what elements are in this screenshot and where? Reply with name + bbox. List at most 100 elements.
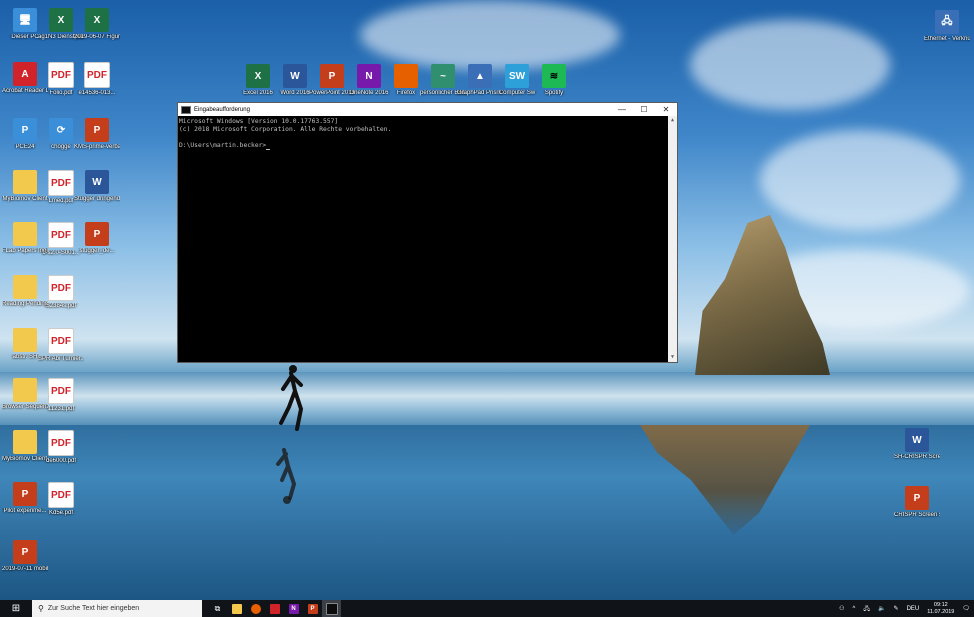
- word-icon: W: [905, 428, 929, 452]
- desktop-icon-label: e14536-013...: [78, 90, 116, 96]
- window-titlebar[interactable]: Eingabeaufforderung — ☐ ✕: [178, 103, 677, 116]
- command-prompt-window[interactable]: Eingabeaufforderung — ☐ ✕ Microsoft Wind…: [177, 102, 678, 363]
- word-icon: W: [85, 170, 109, 194]
- console-line: Microsoft Windows [Version 10.0.17763.55…: [179, 118, 339, 125]
- search-icon: ⚲: [38, 604, 44, 613]
- excel-icon: X: [49, 8, 73, 32]
- onenote-icon: N: [357, 64, 381, 88]
- console-line: (c) 2018 Microsoft Corporation. Alle Rec…: [179, 126, 392, 133]
- pdf-icon: PDF: [48, 482, 74, 508]
- ppt-icon: P: [320, 64, 344, 88]
- desktop-icon[interactable]: PDF SPR Abi Turnier...: [38, 328, 84, 363]
- start-button[interactable]: ⊞: [0, 600, 32, 617]
- clock-date: 11.07.2019: [927, 608, 955, 615]
- console-output[interactable]: Microsoft Windows [Version 10.0.17763.55…: [178, 116, 677, 364]
- desktop-icon-label: 2019-07-11 mobility...: [2, 566, 48, 572]
- pen-icon[interactable]: ✎: [894, 605, 899, 612]
- pdf-icon: PDF: [48, 275, 74, 301]
- desktop-icon-label: KMS-prime-verband.ppsx: [74, 144, 120, 150]
- pdf-icon: PDF: [48, 328, 74, 354]
- pc-icon: ⟳: [49, 118, 73, 142]
- desktop-icon[interactable]: P CRISPR Screen sch...: [894, 486, 940, 519]
- scroll-down-icon[interactable]: ▼: [668, 353, 677, 362]
- desktop-icon[interactable]: X 2019-06-07 Figure, Xi...: [74, 8, 120, 41]
- pc-icon: 🖥: [13, 8, 37, 32]
- acrobat-taskbar-icon[interactable]: [265, 600, 284, 617]
- firefox-icon: [394, 64, 418, 88]
- scroll-up-icon[interactable]: ▲: [668, 116, 677, 125]
- desktop-icon[interactable]: W SH-CRISPR Screenshots: [894, 428, 940, 461]
- powerpoint-taskbar-icon[interactable]: P: [303, 600, 322, 617]
- ppt-icon: P: [85, 118, 109, 142]
- desktop-icon[interactable]: Pstugger_de...: [74, 222, 120, 255]
- folder-icon: [13, 222, 37, 246]
- ppt-icon: P: [905, 486, 929, 510]
- clock-time: 09:12: [933, 601, 948, 608]
- desktop-icon-label: Spotify: [544, 90, 564, 96]
- greenicon-icon: ~: [431, 64, 455, 88]
- runner-silhouette: [279, 365, 304, 431]
- folder-icon: [13, 170, 37, 194]
- desktop-icon[interactable]: W Stugger dringend.docx: [74, 170, 120, 203]
- pdf-icon: PDF: [48, 170, 74, 196]
- text-cursor: [266, 149, 271, 150]
- desktop-icon[interactable]: PDF 11231.pdf: [38, 378, 84, 413]
- folder-icon: [13, 328, 37, 352]
- minimize-button[interactable]: —: [611, 105, 633, 114]
- folder-icon: [13, 275, 37, 299]
- search-box[interactable]: ⚲ Zur Suche Text hier eingeben: [32, 600, 202, 617]
- console-prompt: D:\Users\martin.becker>: [179, 142, 665, 150]
- language-indicator[interactable]: DEU: [907, 606, 920, 612]
- pdf-icon: PDF: [48, 378, 74, 404]
- desktop-icon[interactable]: PDF e14536-013...: [74, 62, 120, 97]
- excel-icon: X: [246, 64, 270, 88]
- sea: [0, 372, 974, 432]
- spotify-icon: ≋: [542, 64, 566, 88]
- close-button[interactable]: ✕: [655, 105, 677, 114]
- runner-reflection: [276, 448, 297, 504]
- desktop-icon[interactable]: PDF S2384s.pdf: [38, 275, 84, 310]
- notification-icon[interactable]: 🗨: [962, 605, 970, 612]
- beach: [0, 425, 974, 600]
- desktop-icon-label: SPR Abi Turnier...: [38, 356, 84, 362]
- taskbar: ⊞ ⚲ Zur Suche Text hier eingeben ⧉ N P ⚇…: [0, 600, 974, 617]
- windows-logo-icon: ⊞: [11, 603, 21, 614]
- desktop-icon[interactable]: PDF de6000.pdf: [38, 430, 84, 465]
- pc-icon: P: [13, 118, 37, 142]
- cloud: [760, 130, 960, 230]
- desktop-icon-label: Ethernet - Verknüpfung: [924, 36, 970, 42]
- vertical-scrollbar[interactable]: ▲ ▼: [668, 116, 677, 362]
- clock[interactable]: 09:12 11.07.2019: [927, 602, 954, 616]
- pdf-icon: PDF: [48, 430, 74, 456]
- folder-icon: [13, 378, 37, 402]
- desktop-icon[interactable]: P KMS-prime-verband.ppsx: [74, 118, 120, 151]
- file-explorer-icon[interactable]: [227, 600, 246, 617]
- maximize-button[interactable]: ☐: [633, 105, 655, 114]
- ppt-icon: P: [85, 222, 109, 246]
- desktop-icon[interactable]: PDF Kd5e.pdf: [38, 482, 84, 517]
- folder-icon: [13, 430, 37, 454]
- desktop-icon-label: Kd5e.pdf: [48, 510, 74, 516]
- pdf-icon: PDF: [48, 62, 74, 88]
- firefox-icon[interactable]: [246, 600, 265, 617]
- cloud: [360, 0, 620, 70]
- network-icon[interactable]: 🖧: [863, 604, 870, 614]
- task-view-icon[interactable]: ⧉: [208, 600, 227, 617]
- desktop-icon-label: Stugger dringend.docx: [74, 196, 120, 202]
- sw-icon: SW: [505, 64, 529, 88]
- people-icon[interactable]: ⚇: [839, 605, 844, 612]
- prompt-text: D:\Users\martin.becker>: [179, 142, 267, 149]
- cmd-taskbar-icon[interactable]: [322, 600, 341, 617]
- desktop-icon[interactable]: 🖧 Ethernet - Verknüpfung: [924, 10, 970, 43]
- cmd-icon: [181, 105, 191, 114]
- desktop-icon[interactable]: ≋ Spotify: [531, 64, 577, 97]
- desktop-icon[interactable]: P 2019-07-11 mobility...: [2, 540, 48, 573]
- pdf-icon: PDF: [48, 222, 74, 248]
- word-icon: W: [283, 64, 307, 88]
- volume-icon[interactable]: 🔈: [878, 605, 885, 612]
- net-icon: 🖧: [935, 10, 959, 34]
- onenote-taskbar-icon[interactable]: N: [284, 600, 303, 617]
- pdf-icon: PDF: [84, 62, 110, 88]
- chevron-up-icon[interactable]: ^: [853, 606, 856, 612]
